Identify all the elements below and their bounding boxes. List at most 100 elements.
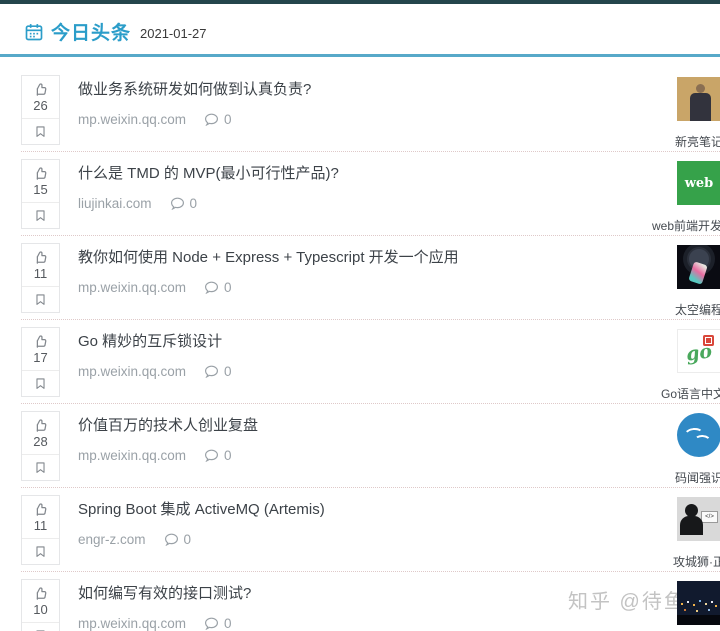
article-content: Spring Boot 集成 ActiveMQ (Artemis) engr-z… <box>78 495 720 547</box>
page-title: 今日头条 <box>51 18 131 45</box>
comment-bubble-icon <box>164 533 179 546</box>
article-list-item: 11 Spring Boot 集成 ActiveMQ (Artemis) eng… <box>21 488 720 572</box>
comment-count: 0 <box>224 280 232 295</box>
article-content: Go 精妙的互斥锁设计 mp.weixin.qq.com 0 <box>78 327 720 379</box>
article-list-item: 17 Go 精妙的互斥锁设计 mp.weixin.qq.com 0 <box>21 320 720 404</box>
article-source: mp.weixin.qq.com <box>78 616 186 631</box>
article-source: mp.weixin.qq.com <box>78 364 186 379</box>
upvote-button[interactable]: 15 <box>33 160 48 202</box>
upvote-button[interactable]: 11 <box>33 496 48 538</box>
comment-count: 0 <box>224 112 232 127</box>
vote-box: 28 <box>21 411 60 481</box>
article-title-link[interactable]: 什么是 TMD 的 MVP(最小可行性产品)? <box>78 162 720 183</box>
comments-button[interactable]: 0 <box>204 112 232 127</box>
bookmark-icon <box>34 124 47 139</box>
comment-bubble-icon <box>204 617 219 630</box>
article-source: engr-z.com <box>78 532 146 547</box>
article-content: 教你如何使用 Node + Express + Typescript 开发一个应… <box>78 243 720 295</box>
article-meta: mp.weixin.qq.com 0 <box>78 112 720 127</box>
comment-count: 0 <box>190 196 198 211</box>
bookmark-icon <box>34 292 47 307</box>
night-city-avatar-icon[interactable] <box>677 581 720 625</box>
article-source: mp.weixin.qq.com <box>78 448 186 463</box>
author-name: 码闻强识 <box>675 469 720 486</box>
vote-box: 26 <box>21 75 60 145</box>
vote-box: 17 <box>21 327 60 397</box>
upvote-button[interactable]: 17 <box>33 328 48 370</box>
comments-button[interactable]: 0 <box>170 196 198 211</box>
comment-bubble-icon <box>170 197 185 210</box>
thumbs-up-icon <box>33 334 48 349</box>
article-title-link[interactable]: Spring Boot 集成 ActiveMQ (Artemis) <box>78 498 720 519</box>
article-title-link[interactable]: 教你如何使用 Node + Express + Typescript 开发一个应… <box>78 246 720 267</box>
vote-box: 10 <box>21 579 60 631</box>
author-name: 攻城狮·正 <box>673 553 720 570</box>
comment-count: 0 <box>224 364 232 379</box>
space-hand-avatar-icon[interactable] <box>677 245 720 289</box>
vote-box: 15 <box>21 159 60 229</box>
go-logo-avatar-icon[interactable]: go <box>677 329 720 373</box>
author-name: 太空编程 <box>675 301 720 318</box>
vote-box: 11 <box>21 243 60 313</box>
vote-count: 10 <box>33 602 47 617</box>
section-header: 今日头条 2021-01-27 <box>0 4 720 54</box>
article-list: 26 做业务系统研发如何做到认真负责? mp.weixin.qq.com 0 <box>0 57 720 631</box>
article-meta: engr-z.com 0 <box>78 532 720 547</box>
upvote-button[interactable]: 26 <box>33 76 48 118</box>
comments-button[interactable]: 0 <box>164 532 192 547</box>
upvote-button[interactable]: 28 <box>33 412 48 454</box>
calendar-icon <box>24 22 44 42</box>
vote-count: 26 <box>33 98 47 113</box>
article-meta: mp.weixin.qq.com 0 <box>78 280 720 295</box>
bookmark-button[interactable] <box>34 455 47 480</box>
bookmark-icon <box>34 460 47 475</box>
comments-button[interactable]: 0 <box>204 448 232 463</box>
author-name: web前端开发知识 <box>652 217 720 234</box>
article-list-item: 28 价值百万的技术人创业复盘 mp.weixin.qq.com 0 <box>21 404 720 488</box>
engineer-silhouette-avatar-icon[interactable]: </> <box>677 497 720 541</box>
web-logo-avatar-icon[interactable]: web <box>677 161 720 205</box>
bookmark-icon <box>34 544 47 559</box>
vote-box: 11 <box>21 495 60 565</box>
bookmark-button[interactable] <box>34 119 47 144</box>
thumbs-up-icon <box>33 82 48 97</box>
author-block: ASCE1885 <box>677 581 720 625</box>
article-list-item: 26 做业务系统研发如何做到认真负责? mp.weixin.qq.com 0 <box>21 68 720 152</box>
article-source: mp.weixin.qq.com <box>78 280 186 295</box>
bookmark-icon <box>34 208 47 223</box>
comments-button[interactable]: 0 <box>204 364 232 379</box>
author-block: </> 攻城狮·正 <box>677 497 720 541</box>
comment-bubble-icon <box>204 113 219 126</box>
vote-count: 11 <box>34 518 48 533</box>
article-title-link[interactable]: 做业务系统研发如何做到认真负责? <box>78 78 720 99</box>
vote-count: 11 <box>34 266 48 281</box>
upvote-button[interactable]: 10 <box>33 580 48 622</box>
bookmark-button[interactable] <box>34 203 47 228</box>
bookmark-icon <box>34 376 47 391</box>
comment-count: 0 <box>224 616 232 631</box>
thumbs-up-icon <box>33 502 48 517</box>
thumbs-up-icon <box>33 418 48 433</box>
comments-button[interactable]: 0 <box>204 616 232 631</box>
author-block: 新亮笔记 <box>677 77 720 121</box>
article-meta: mp.weixin.qq.com 0 <box>78 364 720 379</box>
article-content: 什么是 TMD 的 MVP(最小可行性产品)? liujinkai.com 0 <box>78 159 720 211</box>
person-photo-avatar-icon[interactable] <box>677 77 720 121</box>
article-source: liujinkai.com <box>78 196 152 211</box>
comments-button[interactable]: 0 <box>204 280 232 295</box>
bookmark-button[interactable] <box>34 371 47 396</box>
comment-bubble-icon <box>204 281 219 294</box>
thumbs-up-icon <box>33 586 48 601</box>
upvote-button[interactable]: 11 <box>33 244 48 286</box>
bookmark-button[interactable] <box>34 287 47 312</box>
author-block: 太空编程 <box>677 245 720 289</box>
bookmark-button[interactable] <box>34 623 47 631</box>
article-title-link[interactable]: Go 精妙的互斥锁设计 <box>78 330 720 351</box>
article-list-item: 11 教你如何使用 Node + Express + Typescript 开发… <box>21 236 720 320</box>
article-title-link[interactable]: 价值百万的技术人创业复盘 <box>78 414 720 435</box>
seagull-circle-avatar-icon[interactable] <box>677 413 720 457</box>
vote-count: 15 <box>33 182 47 197</box>
article-meta: mp.weixin.qq.com 0 <box>78 616 720 631</box>
bookmark-button[interactable] <box>34 539 47 564</box>
comment-bubble-icon <box>204 449 219 462</box>
